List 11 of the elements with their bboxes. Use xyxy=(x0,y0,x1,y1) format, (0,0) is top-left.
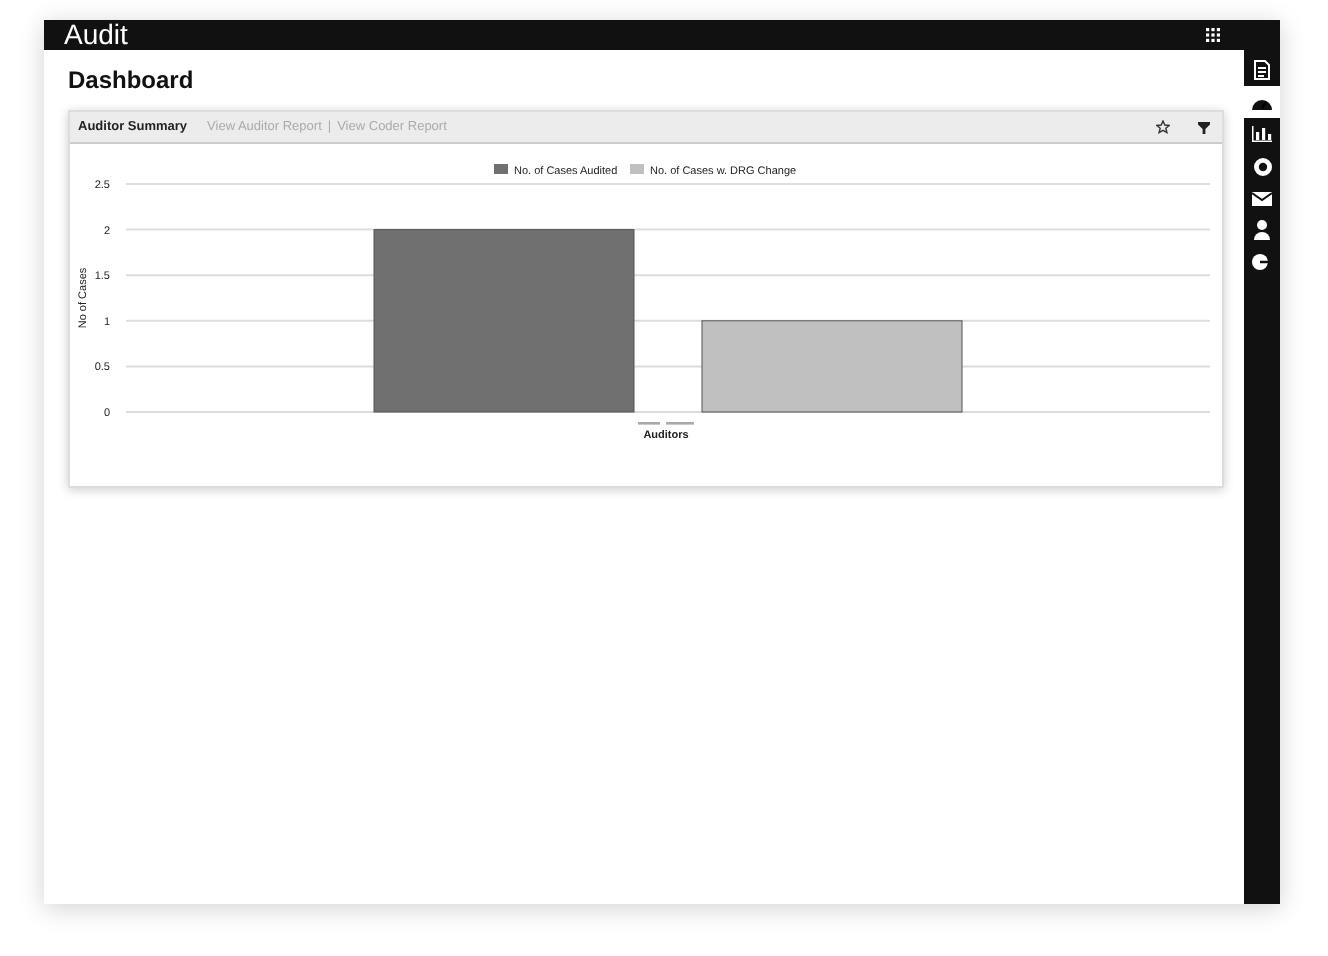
star-icon[interactable] xyxy=(1156,120,1170,134)
window-title: Audit xyxy=(64,20,128,50)
page-heading: Dashboard xyxy=(68,66,196,94)
x-tick-marks xyxy=(638,422,694,425)
app-grid-icon[interactable] xyxy=(1206,28,1220,42)
document-icon[interactable] xyxy=(1254,60,1270,80)
gauge-icon[interactable] xyxy=(1252,95,1272,109)
mail-icon[interactable] xyxy=(1252,191,1272,205)
bar-chart-icon[interactable] xyxy=(1252,126,1272,142)
user-icon[interactable] xyxy=(1254,220,1270,240)
filter-icon[interactable] xyxy=(1198,121,1210,133)
